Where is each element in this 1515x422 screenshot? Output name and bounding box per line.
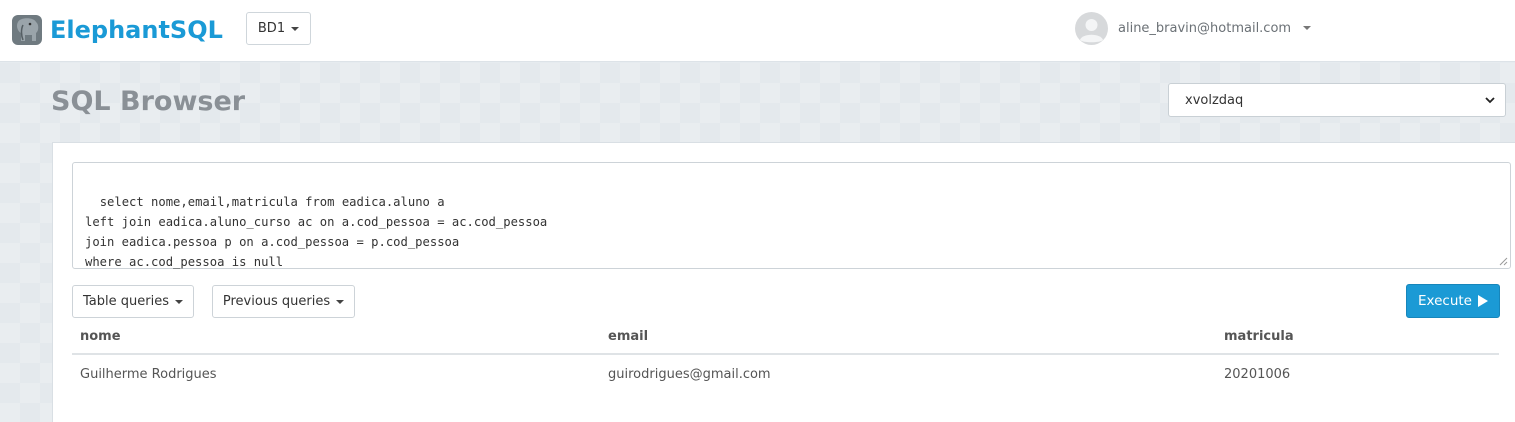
user-menu[interactable]: aline_bravin@hotmail.com <box>1075 11 1312 45</box>
previous-queries-button[interactable]: Previous queries <box>212 285 355 318</box>
page-title: SQL Browser <box>51 86 246 117</box>
database-selector[interactable]: BD1 <box>246 12 311 45</box>
caret-down-icon <box>336 299 345 304</box>
table-row: Guilherme Rodrigues guirodrigues@gmail.c… <box>72 355 1499 395</box>
caret-down-icon <box>174 299 183 304</box>
avatar-icon <box>1075 11 1108 45</box>
instance-select-value: xvolzdaq <box>1185 92 1244 108</box>
previous-queries-label: Previous queries <box>222 294 331 309</box>
top-navbar: ElephantSQL BD1 aline_bravin@hotmail.com <box>0 0 1515 62</box>
brand-link[interactable]: ElephantSQL <box>10 11 223 49</box>
cell-matricula: 20201006 <box>1224 367 1291 382</box>
brand-name: ElephantSQL <box>50 16 223 44</box>
execute-label: Execute <box>1418 293 1472 309</box>
results-table: nome email matricula Guilherme Rodrigues… <box>72 318 1499 395</box>
column-header-matricula: matricula <box>1224 329 1294 344</box>
caret-down-icon <box>1303 26 1312 30</box>
select-chevron-icon <box>1485 97 1495 104</box>
sql-query-text: select nome,email,matricula from eadica.… <box>85 195 548 269</box>
execute-button[interactable]: Execute <box>1406 284 1500 318</box>
table-header-row: nome email matricula <box>72 318 1499 355</box>
database-selector-label: BD1 <box>257 21 286 36</box>
resize-handle-icon[interactable] <box>1499 257 1508 266</box>
column-header-email: email <box>608 329 649 344</box>
caret-down-icon <box>291 26 300 31</box>
table-queries-label: Table queries <box>83 294 169 309</box>
play-icon <box>1478 295 1488 307</box>
table-queries-button[interactable]: Table queries <box>72 285 194 318</box>
instance-select[interactable]: xvolzdaq <box>1168 83 1506 117</box>
column-header-nome: nome <box>80 329 121 344</box>
elephant-logo-icon <box>12 15 42 45</box>
cell-nome: Guilherme Rodrigues <box>80 367 217 382</box>
sql-editor[interactable]: select nome,email,matricula from eadica.… <box>72 162 1511 269</box>
user-email: aline_bravin@hotmail.com <box>1118 20 1292 36</box>
cell-email: guirodrigues@gmail.com <box>608 367 771 382</box>
